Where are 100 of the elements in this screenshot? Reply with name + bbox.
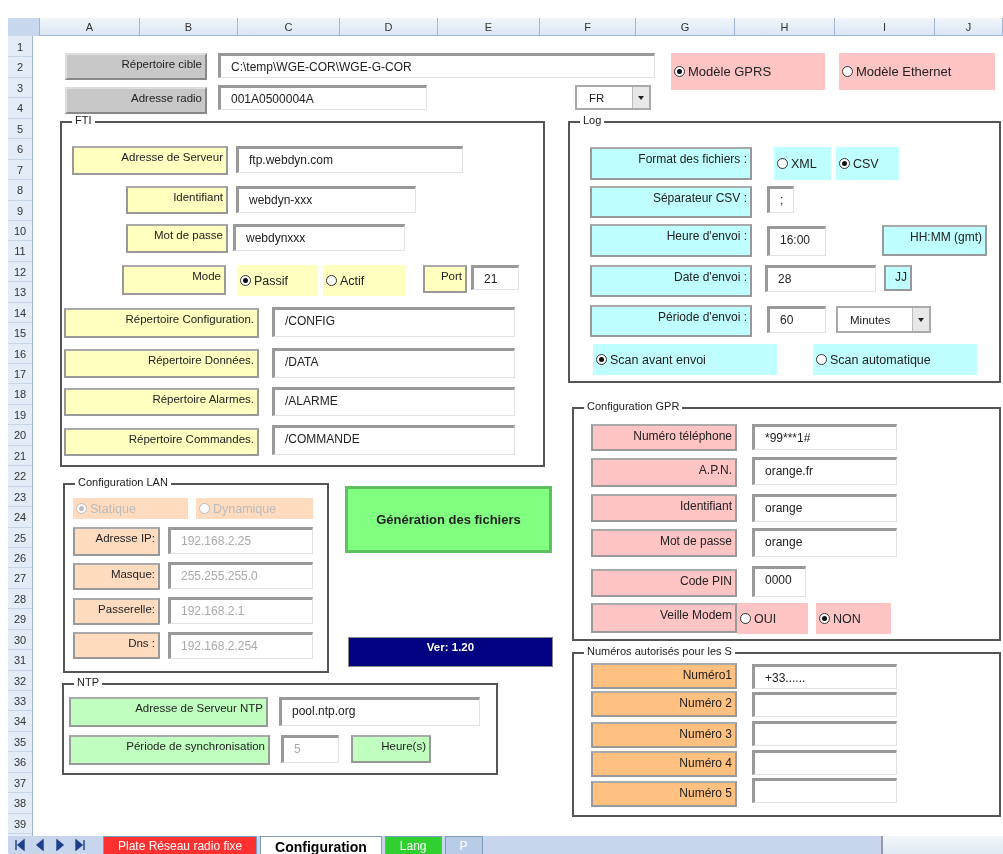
radio-button[interactable]: XML xyxy=(774,147,831,180)
input-field[interactable]: 60 xyxy=(767,306,826,333)
caret-icon[interactable] xyxy=(638,95,644,100)
radio-circle-icon[interactable] xyxy=(777,158,788,169)
row-header[interactable]: 39 xyxy=(8,813,32,835)
row-header[interactable]: 18 xyxy=(8,384,32,405)
radio-circle-icon[interactable] xyxy=(326,275,337,286)
dropdown[interactable]: FR xyxy=(575,85,651,110)
radio-button[interactable]: Passif xyxy=(237,265,318,296)
sheet-tab[interactable]: Plate Réseau radio fixe xyxy=(103,836,258,854)
row-header[interactable]: 28 xyxy=(8,588,32,610)
row-header[interactable]: 6 xyxy=(8,139,32,160)
row-header[interactable]: 17 xyxy=(8,364,32,385)
generate-button[interactable]: Génération des fichiers xyxy=(345,486,552,553)
row-header[interactable]: 29 xyxy=(8,609,32,630)
input-field[interactable]: /ALARME xyxy=(272,387,515,416)
row-header[interactable]: 2 xyxy=(8,57,32,78)
row-header[interactable]: 13 xyxy=(8,282,32,303)
row-header[interactable]: 27 xyxy=(8,568,32,589)
input-field[interactable]: orange xyxy=(752,528,897,557)
radio-circle-icon[interactable] xyxy=(674,66,685,77)
next-sheet-icon[interactable] xyxy=(54,839,66,851)
radio-circle-icon[interactable] xyxy=(839,158,850,169)
row-header[interactable]: 31 xyxy=(8,650,32,671)
row-header[interactable]: 23 xyxy=(8,486,32,508)
input-field[interactable]: /COMMANDE xyxy=(272,425,515,455)
input-field[interactable]: 001A0500004A xyxy=(218,85,427,110)
row-header[interactable]: 12 xyxy=(8,261,32,283)
column-header[interactable]: F xyxy=(540,18,636,36)
row-header[interactable]: 19 xyxy=(8,404,32,426)
button[interactable]: Répertoire cible xyxy=(65,53,207,80)
radio-circle-icon[interactable] xyxy=(816,354,827,365)
radio-button[interactable]: Modèle GPRS xyxy=(671,53,825,90)
row-header[interactable]: 22 xyxy=(8,466,32,487)
row-header[interactable]: 21 xyxy=(8,445,32,467)
radio-button[interactable]: Scan avant envoi xyxy=(593,344,777,375)
radio-button[interactable]: Actif xyxy=(323,265,405,296)
last-sheet-icon[interactable] xyxy=(74,839,86,851)
input-field[interactable]: ftp.webdyn.com xyxy=(236,146,463,173)
input-field[interactable]: ; xyxy=(767,186,794,213)
row-header[interactable]: 26 xyxy=(8,547,32,569)
row-header[interactable]: 25 xyxy=(8,527,32,548)
column-header[interactable]: C xyxy=(238,18,340,36)
row-header[interactable]: 32 xyxy=(8,670,32,691)
row-header[interactable]: 7 xyxy=(8,159,32,181)
row-header[interactable]: 10 xyxy=(8,220,32,242)
input-field[interactable]: +33...... xyxy=(752,664,897,689)
radio-circle-icon[interactable] xyxy=(740,613,751,624)
caret-icon[interactable] xyxy=(918,317,924,322)
input-field[interactable]: 21 xyxy=(471,265,519,290)
column-header[interactable]: I xyxy=(835,18,935,36)
input-field[interactable]: 16:00 xyxy=(767,226,826,256)
row-header[interactable]: 5 xyxy=(8,118,32,140)
column-header[interactable]: D xyxy=(340,18,438,36)
input-field[interactable]: /DATA xyxy=(272,348,515,378)
row-header[interactable]: 3 xyxy=(8,77,32,99)
previous-sheet-icon[interactable] xyxy=(34,839,46,851)
radio-button[interactable]: Modèle Ethernet xyxy=(839,53,995,90)
row-header[interactable]: 20 xyxy=(8,425,32,446)
input-field[interactable] xyxy=(752,778,897,803)
input-field[interactable]: C:\temp\WGE-COR\WGE-G-COR xyxy=(218,53,655,78)
radio-circle-icon[interactable] xyxy=(240,275,251,286)
row-header[interactable]: 11 xyxy=(8,241,32,262)
input-field[interactable] xyxy=(752,750,897,775)
input-field[interactable]: 28 xyxy=(765,265,876,292)
row-header[interactable]: 15 xyxy=(8,323,32,344)
input-field[interactable] xyxy=(752,721,897,746)
row-header[interactable]: 8 xyxy=(8,180,32,201)
column-header[interactable]: E xyxy=(438,18,540,36)
row-header[interactable]: 38 xyxy=(8,793,32,814)
row-header[interactable]: 33 xyxy=(8,691,32,712)
row-header[interactable]: 24 xyxy=(8,507,32,528)
row-header[interactable]: 14 xyxy=(8,302,32,324)
input-field[interactable] xyxy=(752,692,897,717)
input-field[interactable]: *99***1# xyxy=(752,424,897,450)
input-field[interactable]: webdynxxx xyxy=(233,224,405,251)
input-field[interactable]: webdyn-xxx xyxy=(236,186,416,213)
column-header[interactable]: J xyxy=(935,18,1003,36)
input-field[interactable]: 0000 xyxy=(752,566,806,597)
radio-circle-icon[interactable] xyxy=(596,354,607,365)
radio-circle-icon[interactable] xyxy=(819,613,830,624)
input-field[interactable]: pool.ntp.org xyxy=(279,697,480,726)
sheet-tab[interactable]: Configuration xyxy=(260,836,382,854)
horizontal-scrollbar[interactable] xyxy=(881,836,1003,854)
row-header[interactable]: 1 xyxy=(8,37,32,58)
row-header[interactable]: 37 xyxy=(8,772,32,794)
radio-button[interactable]: CSV xyxy=(836,147,899,180)
input-field[interactable]: orange.fr xyxy=(752,457,897,485)
column-header[interactable]: A xyxy=(40,18,140,36)
radio-button[interactable]: Scan automatique xyxy=(813,344,977,375)
row-header[interactable]: 16 xyxy=(8,343,32,364)
button[interactable]: Adresse radio xyxy=(65,87,207,114)
column-header[interactable]: H xyxy=(735,18,835,36)
row-header[interactable]: 30 xyxy=(8,629,32,651)
row-header[interactable]: 36 xyxy=(8,752,32,773)
input-field[interactable]: /CONFIG xyxy=(272,307,515,337)
column-header[interactable]: B xyxy=(140,18,238,36)
row-header[interactable]: 4 xyxy=(8,98,32,119)
radio-button[interactable]: OUI xyxy=(737,603,808,634)
input-field[interactable]: orange xyxy=(752,494,897,522)
